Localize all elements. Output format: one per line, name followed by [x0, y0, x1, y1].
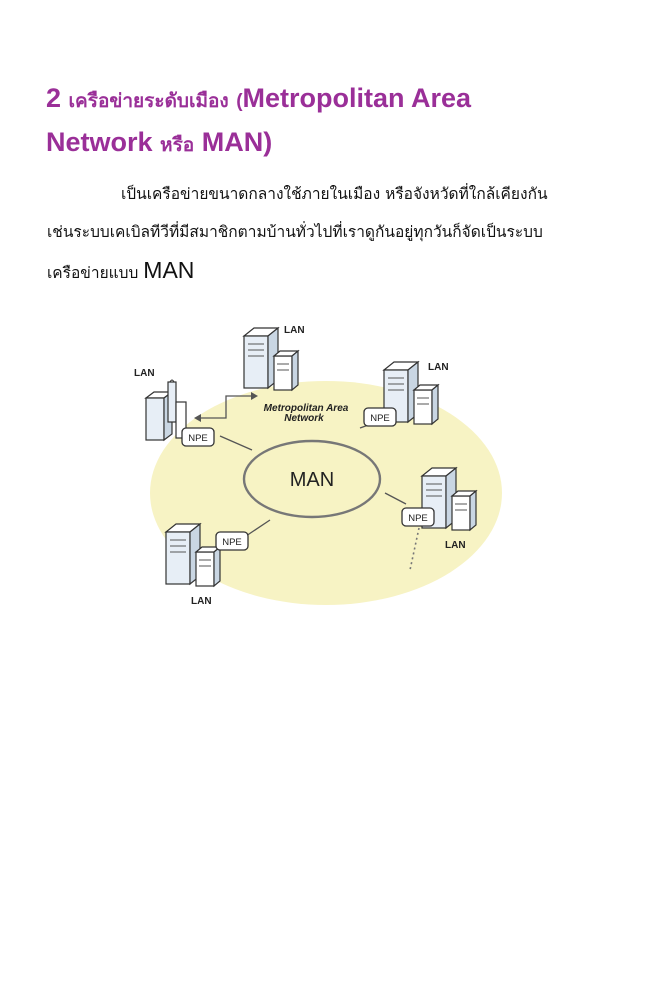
lan-building-top [243, 327, 299, 391]
diagram-caption-2: Network [284, 413, 324, 424]
diagram-svg: MAN Metropolitan Area Network LAN LAN NP… [134, 325, 502, 607]
heading-or: หรือ [160, 135, 195, 156]
npe-box-right-top: NPE [363, 407, 397, 427]
body-paragraph: เป็นเครือข่ายขนาดกลางใช้ภายในเมือง หรือจ… [47, 175, 637, 292]
paragraph-line-3-man: MAN [143, 257, 195, 283]
heading-abbr: MAN) [201, 127, 273, 157]
man-center-label: MAN [290, 469, 334, 491]
paragraph-line-3: เครือข่ายแบบ [47, 264, 139, 282]
man-network-diagram: MAN Metropolitan Area Network LAN LAN NP… [128, 318, 508, 610]
lan-label-top: LAN [284, 325, 305, 336]
npe-label-right-top: NPE [370, 413, 390, 424]
heading-thai-title: เครือข่ายระดับเมือง [68, 91, 229, 112]
heading-number: 2 [46, 83, 62, 113]
npe-label-bottom-left: NPE [222, 537, 242, 548]
section-heading: 2 เครือข่ายระดับเมือง (Metropolitan Area… [46, 78, 646, 166]
npe-label-right-bottom: NPE [408, 513, 428, 524]
lan-building-left [144, 379, 187, 442]
lan-label-left: LAN [134, 368, 155, 379]
lan-label-bottom-left: LAN [191, 596, 212, 607]
npe-box-right-bottom: NPE [401, 507, 435, 527]
paragraph-line-2: เช่นระบบเคเบิลทีวีที่มีสมาชิกตามบ้านทั่ว… [47, 223, 543, 241]
npe-label-left: NPE [188, 433, 208, 444]
npe-box-left: NPE [181, 427, 215, 447]
heading-english-1: Metropolitan Area [242, 83, 472, 113]
lan-label-right-bottom: LAN [445, 540, 466, 551]
paragraph-line-1: เป็นเครือข่ายขนาดกลางใช้ภายในเมือง หรือจ… [121, 185, 548, 203]
heading-english-2: Network [46, 127, 153, 157]
lan-label-right-top: LAN [428, 362, 449, 373]
npe-box-bottom-left: NPE [215, 531, 249, 551]
